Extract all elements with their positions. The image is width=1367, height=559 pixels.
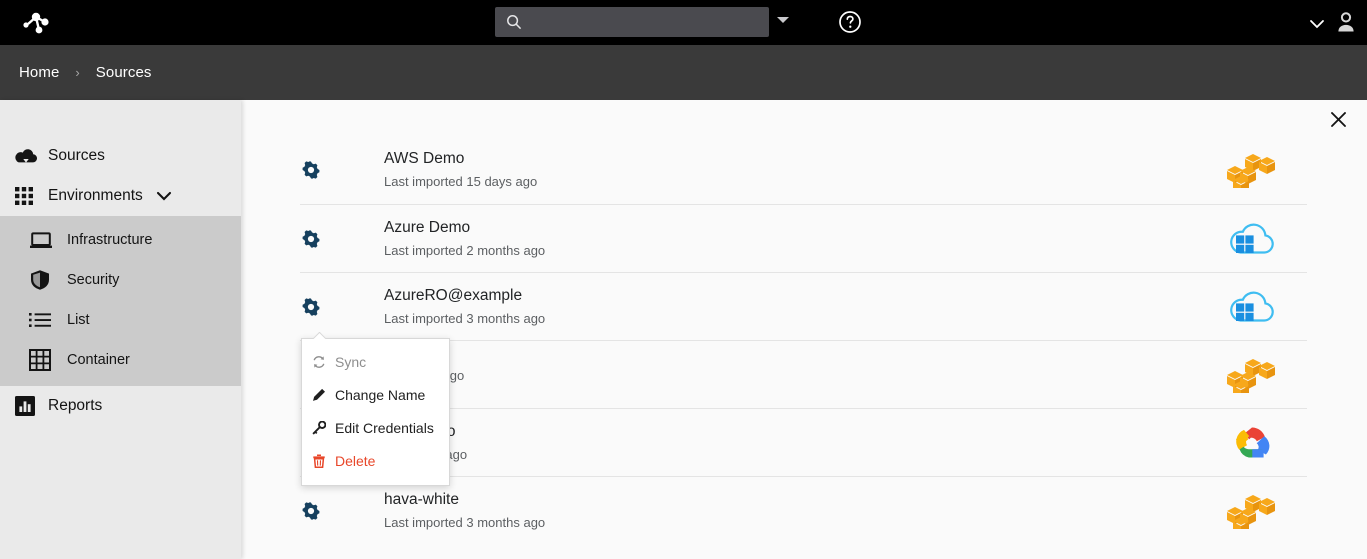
menu-item-sync-label: Sync [335,353,367,370]
main-content: AWS Demo Last imported 15 days ago Azure… [241,100,1367,559]
sidebar-reports-section: Reports [0,386,241,426]
breadcrumb-home[interactable]: Home [19,64,59,81]
sidebar-item-infrastructure-label: Infrastructure [67,232,153,248]
sidebar-item-list-label: List [67,312,90,328]
sidebar-item-list[interactable]: List [0,300,241,340]
row-text: AWS Demo Last imported 15 days ago [384,148,1197,192]
table-row[interactable]: Azure Demo Last imported 2 months ago [300,204,1307,272]
menu-item-edit-credentials-label: Edit Credentials [335,419,434,436]
table-row[interactable]: AWS Demo Last imported 15 days ago [300,136,1307,204]
azure-icon [1197,287,1307,327]
sidebar-item-sources[interactable]: Sources [0,136,241,176]
laptop-icon [29,230,67,250]
trash-icon [312,454,330,468]
key-icon [312,420,330,435]
app-root: Home › Sources Sources Environments Infr… [0,0,1367,559]
row-text: oud Demo d a month ago [384,421,1197,465]
row-text: AzureRO@example Last imported 3 months a… [384,285,1197,329]
list-icon [29,312,67,328]
row-gear-icon[interactable] [300,161,384,179]
row-subtitle: Last imported 3 months ago [384,310,546,326]
aws-icon [1197,152,1307,188]
search-box[interactable] [495,7,769,37]
help-circle-icon[interactable] [838,10,862,34]
user-menu-chevron-down-icon[interactable] [1309,16,1325,29]
aws-icon [1197,357,1307,393]
sidebar-item-environments[interactable]: Environments [0,176,241,216]
sidebar-item-sources-label: Sources [48,147,105,164]
bar-chart-icon [14,395,48,417]
breadcrumb: Home › Sources [0,45,1367,100]
gcp-icon [1197,423,1307,463]
sidebar-item-reports-label: Reports [48,397,103,414]
menu-item-change-name[interactable]: Change Name [302,378,449,411]
search-icon [495,14,533,30]
aws-icon [1197,493,1307,529]
menu-item-edit-credentials[interactable]: Edit Credentials [302,411,449,444]
sidebar: Sources Environments Infrastructure Secu… [0,100,241,559]
shield-icon [29,269,67,291]
search-input[interactable] [533,8,769,36]
row-title: AzureRO@example [384,286,523,304]
sidebar-item-environments-label: Environments [48,187,143,204]
row-title: oud Demo [384,421,1197,443]
row-subtitle: Last imported 15 days ago [384,174,538,189]
table-row[interactable]: AzureRO@example Last imported 3 months a… [300,272,1307,340]
breadcrumb-separator: › [75,65,80,80]
row-subtitle: d an hour ago [384,367,465,383]
menu-item-change-name-label: Change Name [335,386,426,403]
table-grid-icon [29,349,67,371]
azure-icon [1197,219,1307,259]
table-row[interactable]: oud Demo d a month ago [300,408,1307,476]
row-title: Azure Demo [384,218,471,236]
row-gear-icon[interactable] [300,229,384,248]
row-gear-icon[interactable] [300,501,384,520]
sidebar-item-infrastructure[interactable]: Infrastructure [0,220,241,260]
refresh-icon [312,355,330,369]
sidebar-item-container[interactable]: Container [0,340,241,380]
table-row[interactable]: hava-white Last imported 3 months ago [300,476,1307,544]
sidebar-body: Sources Environments Infrastructure Secu… [0,136,241,426]
menu-item-delete-label: Delete [335,452,376,469]
menu-item-delete[interactable]: Delete [302,444,449,477]
grid-dots-icon [14,186,48,206]
sidebar-item-security[interactable]: Security [0,260,241,300]
app-logo[interactable] [0,0,70,45]
network-nodes-logo-icon [23,12,49,33]
menu-item-sync[interactable]: Sync [302,345,449,378]
row-title: AWS Demo [384,150,465,167]
row-subtitle: d a month ago [384,446,468,462]
sidebar-item-container-label: Container [67,352,130,368]
cloud-download-icon [14,146,48,166]
menu-arrow [313,332,326,339]
pencil-icon [312,388,330,402]
sidebar-item-security-label: Security [67,272,120,288]
top-bar [0,0,1367,45]
breadcrumb-sources[interactable]: Sources [96,64,152,81]
environments-submenu: Infrastructure Security List Container [0,216,241,386]
row-subtitle: Last imported 3 months ago [384,514,546,530]
sidebar-close-icon[interactable] [1327,108,1349,130]
row-text: Azure Demo Last imported 2 months ago [384,217,1197,261]
environments-chevron-down-icon[interactable] [155,189,173,207]
row-subtitle: Last imported 2 months ago [384,242,546,258]
sources-list: AWS Demo Last imported 15 days ago Azure… [300,136,1307,544]
row-gear-icon-active[interactable] [300,297,384,316]
row-text: hava-white Last imported 3 months ago [384,489,1197,533]
table-row[interactable]: d an hour ago [300,340,1307,408]
source-actions-menu: Sync Change Name Edit Credentials Delete [301,332,450,486]
row-title: hava-white [384,490,459,508]
sidebar-item-reports[interactable]: Reports [0,386,241,426]
search-scope-caret-down-icon[interactable] [777,17,789,23]
row-text: d an hour ago [384,364,1197,386]
user-avatar-icon[interactable] [1334,10,1358,34]
